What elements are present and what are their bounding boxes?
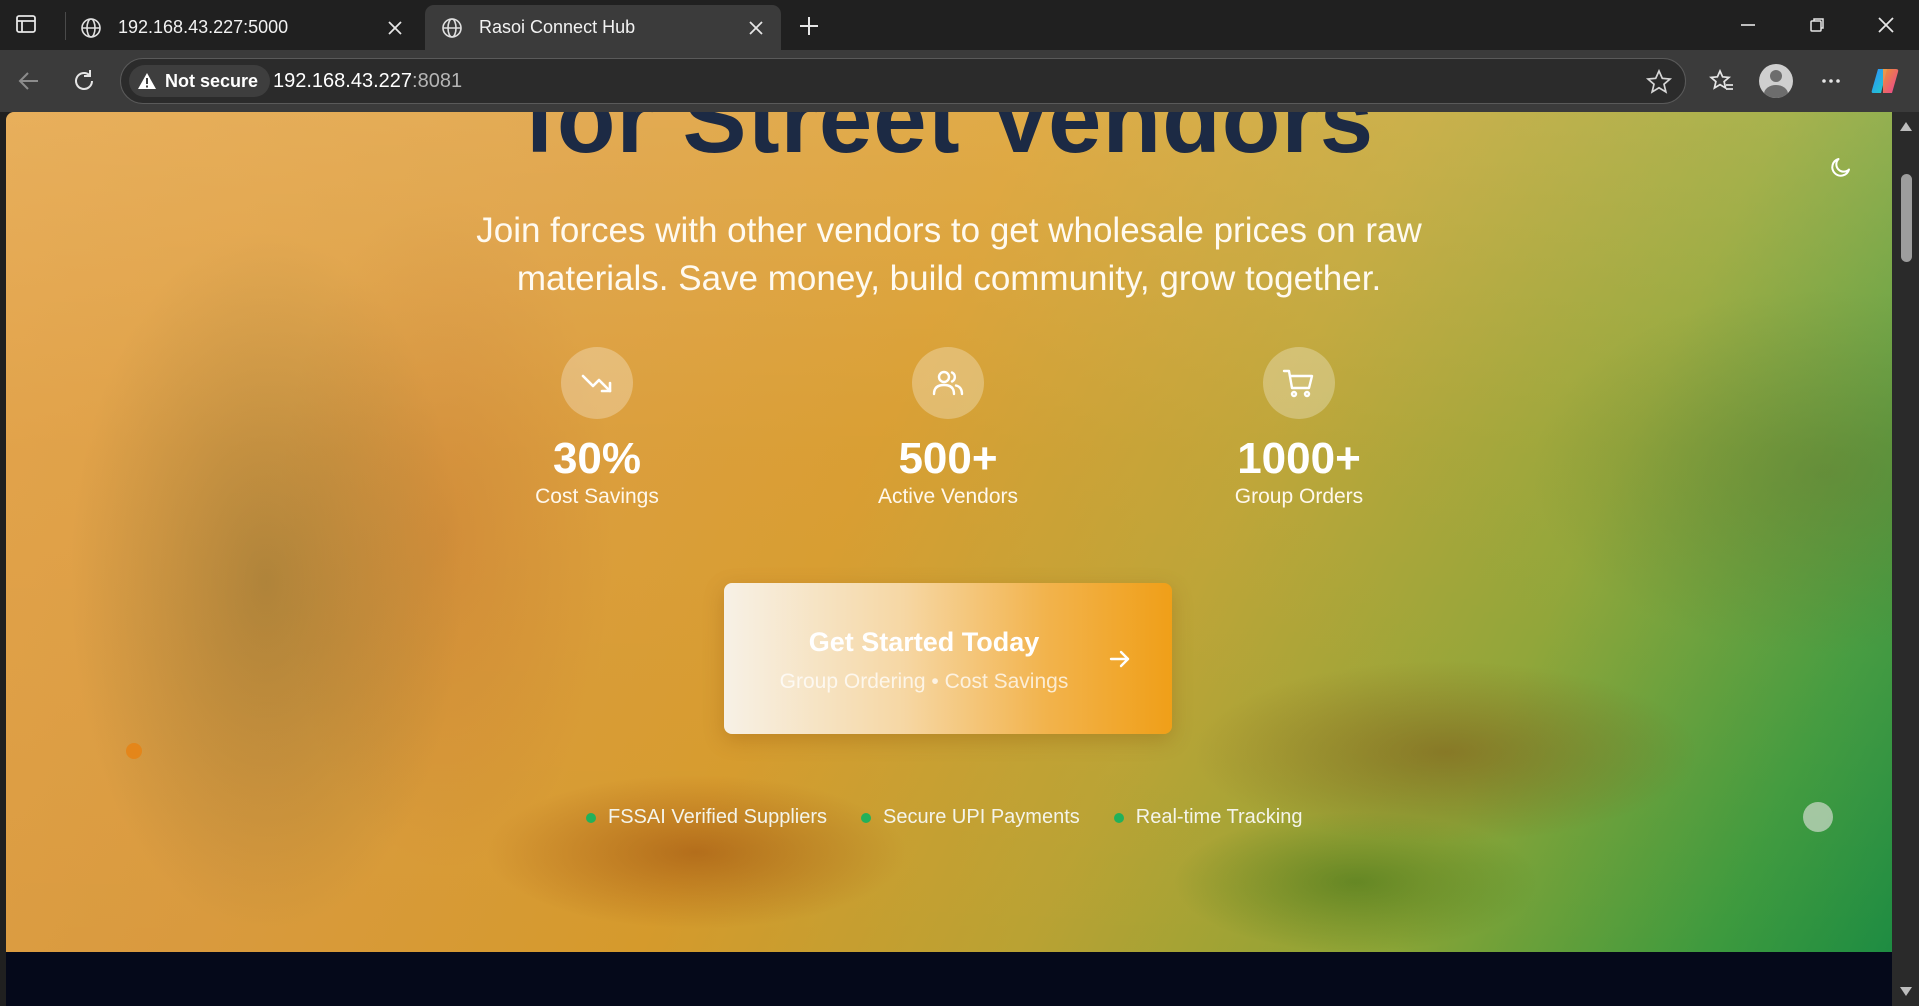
trust-badges: FSSAI Verified Suppliers Secure UPI Paym…	[586, 806, 1336, 829]
url-text: 192.168.43.227:8081	[273, 70, 462, 93]
cart-icon	[1263, 347, 1335, 419]
page-scrollbar[interactable]	[1892, 112, 1919, 1006]
globe-icon	[439, 15, 465, 41]
status-dot	[1113, 812, 1124, 823]
badge-label: Real-time Tracking	[1135, 806, 1303, 828]
browser-toolbar: Not secure 192.168.43.227:8081	[0, 50, 1919, 112]
stat-group-orders: 1000+ Group Orders	[1179, 347, 1419, 509]
url-port: :8081	[412, 70, 463, 92]
tab-ip-5000[interactable]: 192.168.43.227:5000	[64, 5, 420, 50]
copilot-icon[interactable]	[1867, 63, 1903, 99]
theme-toggle-moon-icon[interactable]	[1826, 152, 1856, 182]
favorites-icon[interactable]	[1704, 63, 1740, 99]
tab-rasoi-connect-hub[interactable]: Rasoi Connect Hub	[425, 5, 781, 50]
hero-headline: for Street Vendors	[523, 112, 1375, 173]
page-viewport: for Street Vendors Join forces with othe…	[6, 112, 1892, 1006]
avatar	[1759, 64, 1793, 98]
more-menu-icon[interactable]	[1813, 63, 1849, 99]
stat-label: Group Orders	[1234, 485, 1364, 509]
favorite-star-icon[interactable]	[1645, 68, 1673, 96]
stat-value: 500+	[898, 434, 998, 483]
get-started-button[interactable]: Get Started Today Group Ordering • Cost …	[724, 583, 1172, 734]
stat-cost-savings: 30% Cost Savings	[477, 347, 717, 509]
badge-tracking: Real-time Tracking	[1113, 806, 1303, 829]
close-icon[interactable]	[380, 13, 410, 43]
restore-button[interactable]	[1797, 8, 1837, 42]
trending-down-icon	[561, 347, 633, 419]
users-icon	[912, 347, 984, 419]
hero-section: for Street Vendors Join forces with othe…	[6, 112, 1892, 952]
scrollbar-thumb[interactable]	[1901, 174, 1912, 262]
new-tab-button[interactable]	[793, 10, 825, 42]
badge-label: Secure UPI Payments	[883, 806, 1080, 828]
cta-subtitle: Group Ordering • Cost Savings	[779, 670, 1069, 693]
hero-subtitle: Join forces with other vendors to get wh…	[476, 211, 1422, 298]
security-label: Not secure	[165, 70, 259, 91]
arrow-right-icon	[1109, 650, 1130, 668]
scroll-down-arrow-icon[interactable]	[1900, 987, 1912, 996]
tab-actions-icon[interactable]	[14, 12, 48, 38]
profile-avatar[interactable]	[1758, 63, 1794, 99]
globe-icon	[78, 15, 104, 41]
tab-title: 192.168.43.227:5000	[118, 17, 289, 37]
browser-tab-bar: 192.168.43.227:5000 Rasoi Connect Hub	[0, 0, 1919, 50]
stat-value: 30%	[552, 434, 642, 483]
status-dot	[861, 812, 871, 823]
cta-title: Get Started Today	[808, 627, 1040, 657]
stat-label: Active Vendors	[877, 485, 1019, 509]
status-dot	[586, 812, 596, 823]
badge-fssai: FSSAI Verified Suppliers	[586, 806, 827, 829]
minimize-button[interactable]	[1728, 8, 1768, 42]
decorative-dot	[1803, 802, 1833, 832]
dark-section-band	[6, 952, 1892, 1006]
close-icon[interactable]	[741, 13, 771, 43]
close-window-button[interactable]	[1866, 8, 1906, 42]
address-bar[interactable]: Not secure 192.168.43.227:8081	[120, 58, 1686, 104]
badge-label: FSSAI Verified Suppliers	[608, 806, 827, 828]
security-indicator[interactable]: Not secure	[129, 65, 271, 97]
stat-active-vendors: 500+ Active Vendors	[828, 347, 1068, 509]
tab-title: Rasoi Connect Hub	[479, 17, 636, 37]
decorative-dot	[126, 743, 142, 759]
warning-icon	[138, 73, 156, 89]
url-host: 192.168.43.227	[273, 70, 413, 92]
reload-button[interactable]	[67, 64, 101, 98]
stat-value: 1000+	[1237, 434, 1361, 483]
back-button[interactable]	[12, 64, 46, 98]
badge-upi: Secure UPI Payments	[861, 806, 1080, 829]
stat-label: Cost Savings	[535, 485, 659, 509]
scroll-up-arrow-icon[interactable]	[1900, 122, 1912, 131]
